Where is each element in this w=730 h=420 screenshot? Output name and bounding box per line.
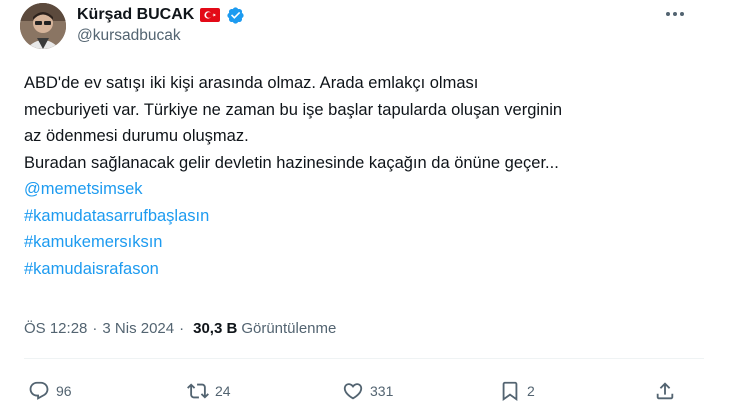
reply-icon: [29, 381, 49, 400]
share-button[interactable]: [654, 373, 676, 409]
avatar[interactable]: [20, 3, 66, 49]
views-count: 30,3 B: [193, 320, 238, 337]
retweet-button[interactable]: 24: [187, 373, 231, 409]
bookmark-icon: [502, 381, 518, 402]
action-bar: 96 24 331 2: [0, 373, 730, 409]
hashtag-link[interactable]: #kamukemersıksın: [24, 229, 714, 256]
tweet-meta: ÖS 12:28 · 3 Nis 2024 · 30,3 B Görüntüle…: [24, 320, 336, 337]
tweet-text-line: az ödenmesi durumu oluşmaz.: [24, 127, 249, 145]
more-options-icon[interactable]: [662, 4, 688, 24]
meta-separator: ·: [92, 320, 98, 337]
reply-count: 96: [56, 383, 72, 399]
hashtag-link[interactable]: #kamudatasarrufbaşlasın: [24, 203, 714, 230]
author-name-row: Kürşad BUCAK: [77, 4, 245, 26]
tweet-text-line: mecburiyeti var. Türkiye ne zaman bu işe…: [24, 100, 563, 119]
bookmark-button[interactable]: 2: [499, 373, 535, 409]
turkey-flag-icon: [200, 8, 221, 22]
tweet-time[interactable]: ÖS 12:28: [24, 320, 87, 337]
tweet: Kürşad BUCAK @kursadbucak ABD'de ev satı…: [0, 0, 730, 420]
retweet-icon: [187, 383, 209, 399]
views-label: Görüntülenme: [241, 320, 337, 337]
tweet-text-line: ABD'de ev satışı iki kişi arasında olmaz…: [24, 74, 479, 92]
meta-separator: ·: [179, 320, 185, 337]
like-icon: [343, 383, 363, 400]
tweet-date[interactable]: 3 Nis 2024: [102, 320, 174, 337]
author-name[interactable]: Kürşad BUCAK: [77, 6, 194, 24]
share-icon: [656, 382, 674, 400]
mention-link[interactable]: @memetsimsek: [24, 176, 714, 203]
like-count: 331: [370, 383, 394, 399]
reply-button[interactable]: 96: [28, 373, 72, 409]
author-handle[interactable]: @kursadbucak: [77, 27, 181, 45]
bookmark-count: 2: [527, 383, 535, 399]
like-button[interactable]: 331: [342, 373, 393, 409]
verified-badge-icon[interactable]: [226, 6, 245, 25]
divider: [24, 358, 704, 359]
hashtag-link[interactable]: #kamudaisrafason: [24, 256, 714, 283]
retweet-count: 24: [215, 383, 231, 399]
tweet-text: ABD'de ev satışı iki kişi arasında olmaz…: [24, 70, 714, 282]
tweet-text-line: Buradan sağlanacak gelir devletin hazine…: [24, 153, 559, 172]
